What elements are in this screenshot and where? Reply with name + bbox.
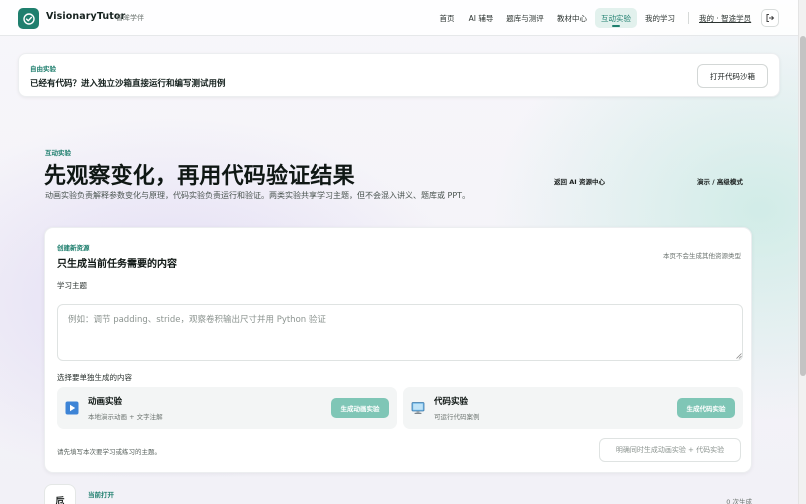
card-title: 只生成当前任务需要的内容: [57, 259, 177, 270]
create-resource-card: 创建新资源 只生成当前任务需要的内容 本页不会生成其他资源类型 学习主题 选择要…: [44, 227, 752, 473]
page-scrollbar[interactable]: [798, 0, 806, 504]
sandbox-tag: 自由实验: [30, 65, 56, 73]
play-icon: [65, 401, 79, 415]
option-title: 代码实验: [434, 397, 469, 407]
logout-button[interactable]: [761, 9, 779, 27]
nav-textbooks[interactable]: 教材中心: [552, 8, 592, 28]
scrollbar-thumb[interactable]: [800, 36, 806, 376]
top-navigation-bar: VisionaryTutor 智眸学伴 首页 AI 辅导 题库与测评 教材中心 …: [0, 0, 798, 36]
resource-avatar: 卮: [44, 484, 76, 504]
page: VisionaryTutor 智眸学伴 首页 AI 辅导 题库与测评 教材中心 …: [0, 0, 798, 504]
card-note: 本页不会生成其他资源类型: [663, 252, 741, 260]
card-tag: 创建新资源: [57, 244, 90, 252]
generate-code-button[interactable]: 生成代码实验: [677, 398, 735, 418]
logo-icon[interactable]: [18, 8, 39, 29]
demo-advanced-mode-link[interactable]: 演示 / 高级模式: [697, 176, 743, 186]
generate-animation-button[interactable]: 生成动画实验: [331, 398, 389, 418]
sandbox-description: 已经有代码？进入独立沙箱直接运行和编写测试用例: [30, 79, 226, 89]
sandbox-banner: 自由实验 已经有代码？进入独立沙箱直接运行和编写测试用例 打开代码沙箱: [18, 53, 780, 97]
helper-hint: 请先填写本次要学习或练习的主题。: [57, 448, 161, 456]
topic-label: 学习主题: [57, 281, 87, 290]
option-title: 动画实验: [88, 397, 123, 407]
option-animation-experiment[interactable]: 动画实验 本地演示动画 + 文字注解 生成动画实验: [57, 387, 397, 429]
generate-both-button[interactable]: 明确同时生成动画实验 + 代码实验: [599, 438, 741, 462]
topic-input[interactable]: [57, 304, 743, 361]
choose-content-label: 选择要单独生成的内容: [57, 373, 132, 382]
user-profile-link[interactable]: 我的 · 智途学员: [699, 13, 751, 24]
option-subtitle: 可运行代码案例: [434, 413, 480, 421]
monitor-icon: [411, 402, 425, 414]
nav-divider: [688, 12, 689, 24]
generation-count: 0 次生成: [726, 498, 752, 504]
nav-my-learning[interactable]: 我的学习: [640, 8, 680, 28]
page-title: 先观察变化，再用代码验证结果: [44, 164, 355, 189]
option-subtitle: 本地演示动画 + 文字注解: [88, 413, 163, 421]
option-code-experiment[interactable]: 代码实验 可运行代码案例 生成代码实验: [403, 387, 743, 429]
nav-ai-tutor[interactable]: AI 辅导: [464, 8, 498, 28]
current-resource-card[interactable]: 卮 当前打开 0 次生成: [44, 480, 752, 504]
nav-interactive-lab[interactable]: 互动实验: [595, 8, 637, 28]
nav-question-bank[interactable]: 题库与测评: [502, 8, 548, 28]
logout-icon: [766, 14, 775, 22]
resize-handle-icon[interactable]: [736, 353, 742, 359]
hero-tag: 互动实验: [45, 149, 71, 157]
open-sandbox-button[interactable]: 打开代码沙箱: [697, 64, 768, 88]
page-description: 动画实验负责解释参数变化与原理，代码实验负责运行和验证。两类实验共享学习主题，但…: [45, 191, 471, 200]
nav-home[interactable]: 首页: [433, 8, 461, 28]
brand-name[interactable]: VisionaryTutor: [46, 11, 125, 22]
brand-subtitle: 智眸学伴: [116, 14, 144, 22]
current-tag: 当前打开: [88, 491, 114, 499]
back-to-resource-center-link[interactable]: 返回 AI 资源中心: [554, 176, 605, 186]
